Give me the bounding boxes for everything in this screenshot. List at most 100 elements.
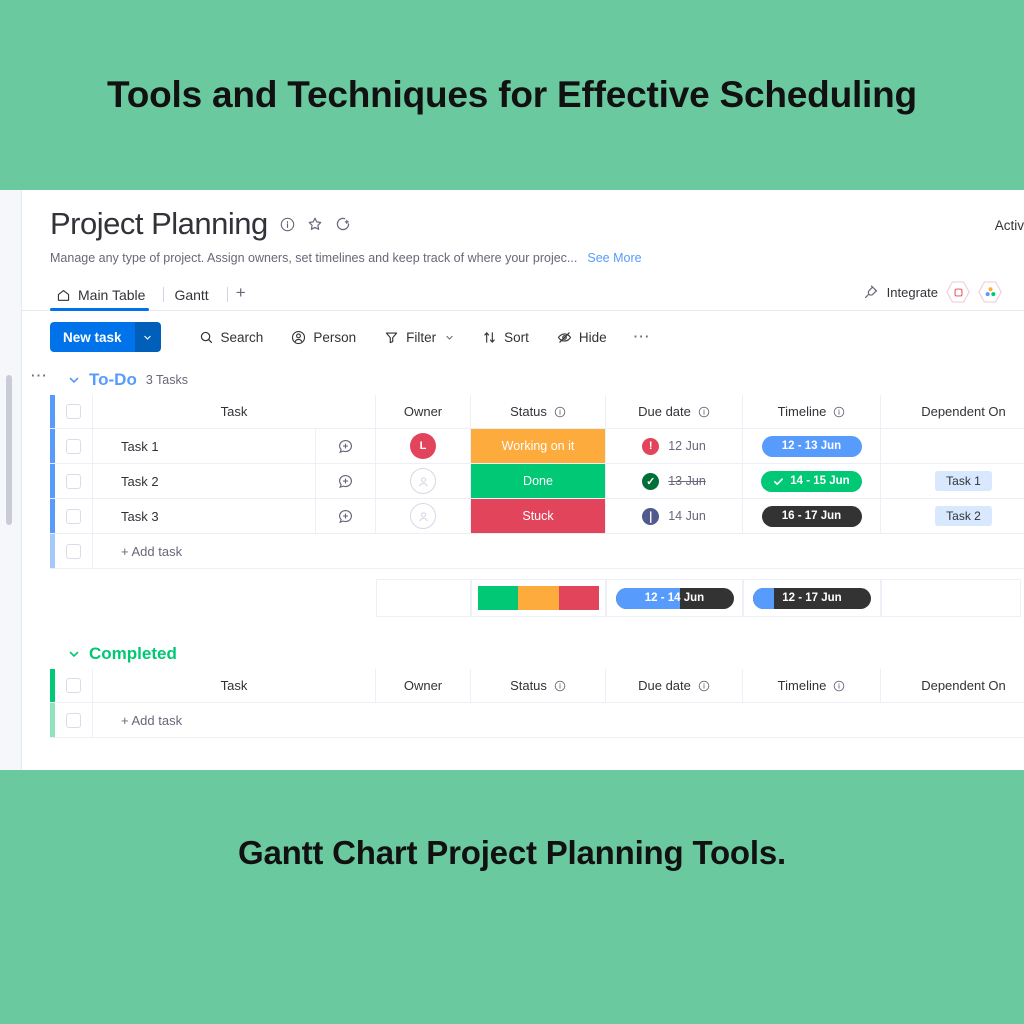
- avatar[interactable]: L: [410, 433, 436, 459]
- more-options-button[interactable]: ⋯: [621, 328, 663, 344]
- plug-icon[interactable]: [863, 284, 879, 300]
- table-row[interactable]: Task 1 L Working on it ! 12 Jun 12 - 13 …: [50, 429, 1024, 464]
- chevron-down-icon[interactable]: [445, 333, 454, 342]
- tool-label: Person: [313, 329, 357, 345]
- column-header-status[interactable]: Status: [471, 669, 606, 702]
- select-all-checkbox[interactable]: [66, 678, 81, 693]
- add-update-icon[interactable]: [315, 429, 375, 463]
- table-row[interactable]: Task 3 Stuck ❘ 14 Jun 16 - 17 Jun Task 2: [50, 499, 1024, 534]
- info-icon[interactable]: [554, 406, 566, 418]
- dependent-on-cell[interactable]: Task 2: [881, 499, 1024, 533]
- due-date-cell[interactable]: ❘ 14 Jun: [606, 499, 743, 533]
- hide-button[interactable]: Hide: [543, 330, 621, 345]
- info-icon[interactable]: [833, 680, 845, 692]
- see-more-link[interactable]: See More: [587, 251, 641, 265]
- dependency-chip[interactable]: Task 2: [935, 506, 992, 526]
- group-collapse-icon[interactable]: [68, 648, 80, 660]
- info-icon[interactable]: [698, 680, 710, 692]
- column-header-task[interactable]: Task: [93, 669, 376, 702]
- info-icon[interactable]: [554, 680, 566, 692]
- apps-hex-icon[interactable]: [978, 281, 1002, 303]
- add-task-row[interactable]: + Add task: [50, 703, 1024, 738]
- column-header-timeline[interactable]: Timeline: [743, 669, 881, 702]
- add-update-icon[interactable]: [315, 499, 375, 533]
- new-task-button[interactable]: New task: [50, 322, 161, 352]
- timeline-cell[interactable]: 12 - 13 Jun: [743, 429, 881, 463]
- column-header-dependent-on[interactable]: Dependent On: [881, 669, 1024, 702]
- summary-timeline-cell[interactable]: 12 - 17 Jun: [743, 579, 881, 617]
- add-task-row[interactable]: + Add task: [50, 534, 1024, 569]
- dependent-on-cell[interactable]: Task 1: [881, 464, 1024, 498]
- due-date-cell[interactable]: ✓ 13 Jun: [606, 464, 743, 498]
- row-select-cell[interactable]: [55, 534, 93, 568]
- column-header-timeline[interactable]: Timeline: [743, 395, 881, 428]
- info-icon[interactable]: [833, 406, 845, 418]
- tool-label: Sort: [504, 329, 529, 345]
- row-checkbox[interactable]: [66, 508, 81, 524]
- owner-cell[interactable]: L: [376, 429, 471, 463]
- summary-status-cell[interactable]: [471, 579, 606, 617]
- column-header-status[interactable]: Status: [471, 395, 606, 428]
- column-header-due-date[interactable]: Due date: [606, 669, 743, 702]
- add-view-button[interactable]: +: [232, 283, 256, 310]
- tab-main-table[interactable]: Main Table: [50, 287, 159, 311]
- status-cell[interactable]: Done: [471, 464, 606, 498]
- add-reaction-icon[interactable]: [335, 216, 351, 232]
- automation-hex-icon[interactable]: [946, 281, 970, 303]
- task-name-cell[interactable]: Task 2: [93, 464, 376, 498]
- column-label: Timeline: [777, 678, 827, 693]
- select-all-checkbox[interactable]: [66, 404, 81, 419]
- group-title[interactable]: To-Do: [89, 370, 137, 390]
- dependency-chip[interactable]: Task 1: [935, 471, 992, 491]
- task-name-cell[interactable]: Task 1: [93, 429, 376, 463]
- column-header-owner[interactable]: Owner: [376, 669, 471, 702]
- group-collapse-icon[interactable]: [68, 374, 80, 386]
- sort-button[interactable]: Sort: [468, 330, 543, 345]
- owner-cell[interactable]: [376, 499, 471, 533]
- add-update-icon[interactable]: [315, 464, 375, 498]
- row-select-cell[interactable]: [55, 429, 93, 463]
- row-select-cell[interactable]: [55, 499, 93, 533]
- select-all-cell[interactable]: [55, 395, 93, 428]
- status-cell[interactable]: Working on it: [471, 429, 606, 463]
- vertical-scrollbar[interactable]: [6, 375, 12, 525]
- status-cell[interactable]: Stuck: [471, 499, 606, 533]
- tab-gantt[interactable]: Gantt: [168, 287, 222, 310]
- dependent-on-cell[interactable]: [881, 429, 1024, 463]
- filter-button[interactable]: Filter: [370, 330, 468, 345]
- group-menu-button[interactable]: ⋯: [30, 367, 48, 384]
- due-date-cell[interactable]: ! 12 Jun: [606, 429, 743, 463]
- timeline-cell[interactable]: 16 - 17 Jun: [743, 499, 881, 533]
- row-checkbox[interactable]: [66, 543, 81, 559]
- row-select-cell[interactable]: [55, 703, 93, 737]
- add-task-cell[interactable]: + Add task: [93, 703, 376, 737]
- table-row[interactable]: Task 2 Done ✓ 13 Jun 14 - 15 Jun Task 1: [50, 464, 1024, 499]
- avatar-placeholder-icon[interactable]: [410, 503, 436, 529]
- row-checkbox[interactable]: [66, 473, 81, 489]
- column-header-owner[interactable]: Owner: [376, 395, 471, 428]
- group-title[interactable]: Completed: [89, 644, 177, 664]
- new-task-caret-icon[interactable]: [134, 322, 161, 352]
- integrate-label[interactable]: Integrate: [887, 285, 938, 300]
- avatar-placeholder-icon[interactable]: [410, 468, 436, 494]
- add-task-cell[interactable]: + Add task: [93, 534, 376, 568]
- row-select-cell[interactable]: [55, 464, 93, 498]
- board-title-row: Project Planning: [50, 206, 1024, 242]
- row-checkbox[interactable]: [66, 438, 81, 454]
- column-header-task[interactable]: Task: [93, 395, 376, 428]
- select-all-cell[interactable]: [55, 669, 93, 702]
- info-icon[interactable]: [280, 217, 295, 232]
- info-icon[interactable]: [698, 406, 710, 418]
- person-button[interactable]: Person: [277, 330, 370, 345]
- column-header-due-date[interactable]: Due date: [606, 395, 743, 428]
- task-name-cell[interactable]: Task 3: [93, 499, 376, 533]
- row-checkbox[interactable]: [66, 712, 81, 728]
- column-header-dependent-on[interactable]: Dependent On: [881, 395, 1024, 428]
- owner-cell[interactable]: [376, 464, 471, 498]
- timeline-cell[interactable]: 14 - 15 Jun: [743, 464, 881, 498]
- status-badge: Done: [471, 464, 605, 498]
- star-icon[interactable]: [307, 216, 323, 232]
- summary-due-date-cell[interactable]: 12 - 14 Jun: [606, 579, 743, 617]
- activity-label[interactable]: Activ: [995, 218, 1024, 233]
- search-button[interactable]: Search: [185, 330, 278, 345]
